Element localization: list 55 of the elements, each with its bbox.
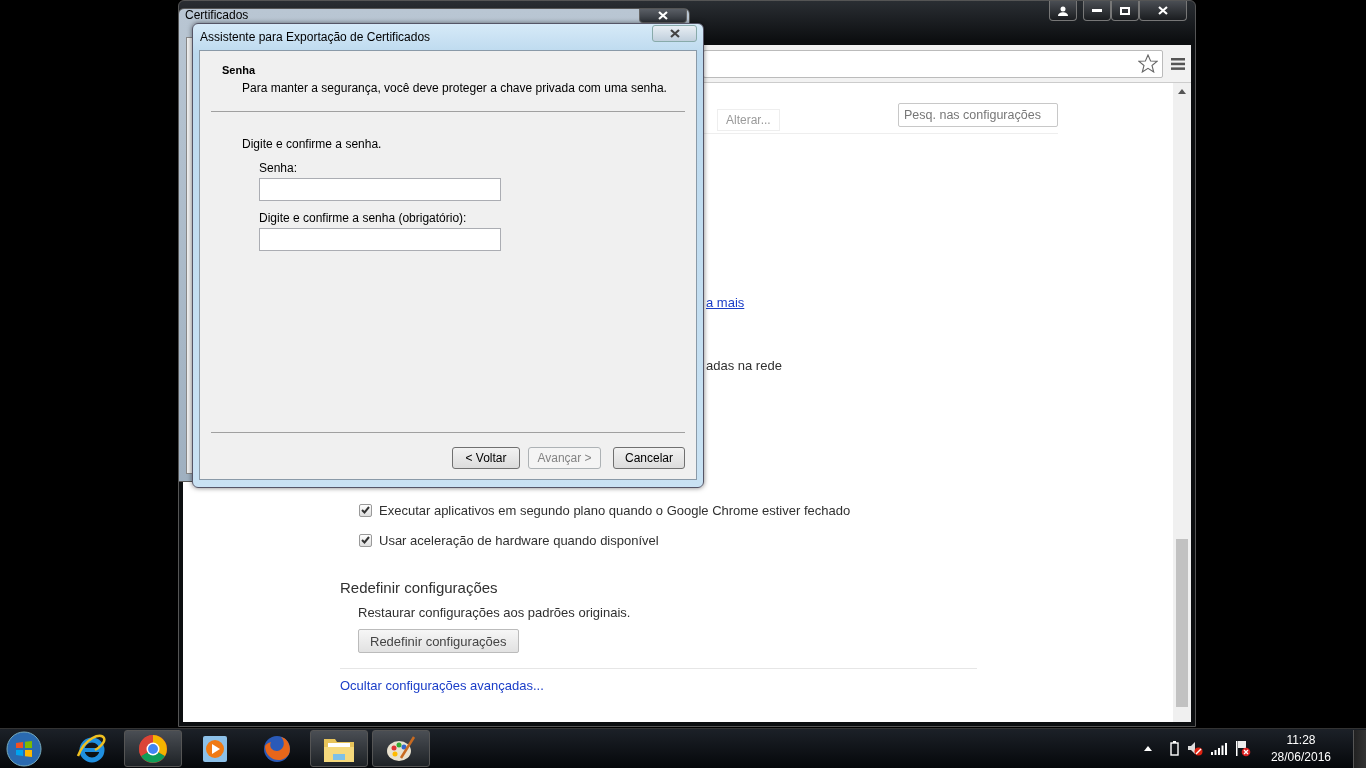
close-button[interactable] [639, 9, 687, 23]
link[interactable]: a mais [706, 295, 745, 311]
show-hidden-icons-icon[interactable] [1143, 746, 1152, 751]
taskbar-app-button[interactable] [310, 730, 368, 767]
clock-date: 28/06/2016 [1270, 748, 1331, 766]
field-label: Senha: [259, 161, 299, 175]
windows-orb-icon [6, 730, 42, 767]
flag-alert-icon[interactable] [1234, 740, 1251, 757]
close-button[interactable] [1139, 1, 1187, 21]
fox-globe-icon [262, 733, 292, 764]
dialog-title: Assistente para Exportação de Certificados [200, 30, 431, 44]
section-description: Restaurar configurações aos padrões originais. [358, 605, 632, 621]
close-icon [1158, 6, 1168, 15]
minimize-icon [1092, 9, 1102, 12]
search-field[interactable]: Pesq. nas configurações [898, 103, 1058, 127]
signal-icon[interactable] [1210, 742, 1227, 755]
setting-text: adas na rede [706, 358, 782, 374]
advanced-link[interactable]: Ocultar configurações avançadas... [340, 678, 544, 694]
field-label: Digite e confirme a senha (obrigatório): [259, 211, 468, 225]
muted-speaker-icon[interactable] [1186, 741, 1203, 756]
instruction-text: Digite e confirme a senha. [242, 137, 383, 151]
maximize-icon [1120, 6, 1130, 15]
menu-icon[interactable] [1171, 57, 1185, 70]
checkbox[interactable] [359, 533, 372, 547]
page-subheading: Para manter a segurança, você deve proteger a chave privada com uma senha. [242, 81, 668, 95]
window-title: Certificados [185, 9, 249, 22]
scroll-up-icon[interactable] [1178, 89, 1186, 94]
minimize-button[interactable] [1083, 1, 1111, 21]
checkbox[interactable] [359, 503, 372, 517]
scrollbar[interactable] [1173, 83, 1191, 722]
battery-icon[interactable] [1169, 741, 1179, 756]
e-logo-icon [75, 733, 107, 764]
taskbar-app-button[interactable] [372, 730, 430, 767]
password-field[interactable] [259, 178, 501, 201]
browser-logo-icon [138, 733, 168, 764]
person-icon [1058, 5, 1068, 16]
checkbox-label: Executar aplicativos em segundo plano quando o Google Chrome estiver fechado [379, 502, 851, 518]
taskbar-app-button[interactable] [124, 730, 182, 767]
profile-button[interactable] [1049, 1, 1077, 21]
close-button[interactable] [652, 25, 697, 42]
clock-time: 11:28 [1286, 731, 1316, 749]
wizard-button[interactable]: < Voltar [452, 447, 520, 469]
close-icon [669, 29, 680, 38]
reset-button[interactable]: Redefinir configurações [358, 629, 519, 653]
password-field[interactable] [259, 228, 501, 251]
maximize-button[interactable] [1111, 1, 1139, 21]
star-icon[interactable] [1138, 54, 1158, 73]
checkbox-label: Usar aceleração de hardware quando disponível [379, 532, 659, 548]
page-heading: Senha [222, 64, 257, 78]
scroll-thumb[interactable] [1176, 539, 1188, 707]
clock[interactable]: 11:28 28/06/2016 [1270, 731, 1331, 766]
section-heading: Redefinir configurações [340, 579, 499, 597]
play-icon [202, 734, 228, 763]
wizard-button[interactable]: Cancelar [613, 447, 685, 469]
close-icon [658, 11, 668, 20]
